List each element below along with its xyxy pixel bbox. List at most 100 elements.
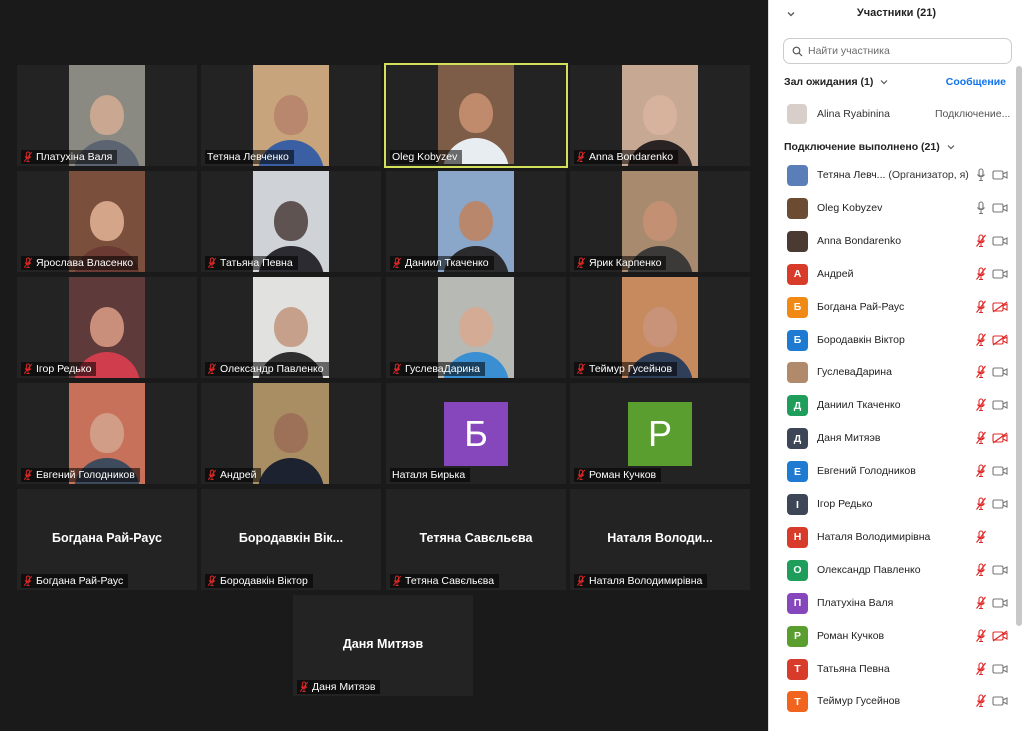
video-tile[interactable]: Р Роман Кучков [570,383,750,484]
person-face [643,201,677,241]
video-tile[interactable]: Теймур Гусейнов [570,277,750,378]
waiting-room-label: Зал ожидания (1) [784,76,874,88]
video-tile[interactable]: Anna Bondarenko [570,65,750,166]
camera-off-icon[interactable] [992,334,1008,346]
waiting-participant-row[interactable]: Alina Ryabinina Подключение... [769,102,1017,126]
video-feed [438,65,514,164]
video-tile[interactable]: Евгений Голодников [17,383,197,484]
participant-name: Евгений Голодников [817,465,916,478]
tile-name-label: Anna Bondarenko [574,150,679,164]
muted-mic-icon[interactable] [975,563,987,577]
muted-mic-icon[interactable] [975,234,987,248]
video-tile[interactable]: Богдана Рай-Раус Богдана Рай-Раус [17,489,197,590]
tile-name-label: Наталя Володимирівна [574,574,708,588]
video-tile[interactable]: Даниил Ткаченко [386,171,566,272]
participant-row[interactable]: Oleg Kobyzev [769,196,1017,220]
participants-title: Участники (21) [856,7,937,19]
muted-mic-icon[interactable] [975,596,987,610]
video-tile[interactable]: Тетяна Савєльєва Тетяна Савєльєва [386,489,566,590]
video-tile[interactable]: Наталя Володи... Наталя Володимирівна [570,489,750,590]
camera-icon[interactable] [992,465,1008,477]
camera-icon[interactable] [992,564,1008,576]
search-icon [792,46,803,56]
waiting-room-header[interactable]: Зал ожидания (1) [784,76,889,88]
avatar: Т [787,658,808,680]
muted-mic-icon[interactable] [975,332,987,347]
camera-icon[interactable] [992,268,1008,280]
muted-mic-icon [207,363,217,375]
participant-row[interactable]: Д Даня Митяэв [769,426,1017,450]
camera-icon[interactable] [992,235,1008,247]
participant-row[interactable]: А Андрей [769,262,1017,286]
camera-icon[interactable] [992,399,1008,411]
avatar: О [787,559,808,581]
participant-row[interactable]: Н Наталя Володимирівна [769,525,1017,549]
search-box[interactable] [783,38,1012,64]
participant-row[interactable]: П Платухіна Валя [769,591,1017,615]
video-tile[interactable]: Платухіна Валя [17,65,197,166]
muted-mic-icon[interactable] [975,661,987,676]
video-tile[interactable]: Тетяна Левченко [201,65,381,166]
camera-icon[interactable] [992,695,1008,707]
video-tile[interactable]: ГуслеваДарина [386,277,566,378]
camera-icon[interactable] [992,663,1008,675]
camera-icon[interactable] [992,169,1008,181]
participant-row[interactable]: Тетяна Левч... (Организатор, я) [769,163,1017,187]
muted-mic-icon[interactable] [975,267,987,281]
video-tile[interactable]: Oleg Kobyzev [384,63,568,168]
participant-row[interactable]: Д Даниил Ткаченко [769,393,1017,417]
mic-icon[interactable] [975,201,987,215]
participant-row[interactable]: Б Богдана Рай-Раус [769,295,1017,319]
avatar [787,197,808,219]
muted-mic-icon[interactable] [975,464,987,478]
video-tile[interactable]: Ігор Редько [17,277,197,378]
video-tile[interactable]: Даня Митяэв Даня Митяэв [293,595,473,696]
participant-row[interactable]: Т Татьяна Певна [769,657,1017,681]
participant-row[interactable]: Р Роман Кучков [769,624,1017,648]
participant-row[interactable]: ГуслеваДарина [769,360,1017,384]
participant-name: Андрей [220,469,257,481]
video-tile[interactable]: Олександр Павленко [201,277,381,378]
camera-icon[interactable] [992,597,1008,609]
muted-mic-icon[interactable] [975,431,987,445]
camera-off-icon[interactable] [992,301,1008,313]
camera-icon[interactable] [992,366,1008,378]
avatar: Р [787,625,808,647]
connected-header[interactable]: Подключение выполнено (21) [784,141,956,153]
avatar: Д [787,395,808,417]
participant-row[interactable]: Е Евгений Голодников [769,459,1017,483]
muted-mic-icon [576,151,586,163]
muted-mic-icon[interactable] [975,497,987,511]
avatar [787,165,808,186]
camera-icon[interactable] [992,498,1008,510]
search-input[interactable] [808,45,998,57]
video-tile[interactable]: Бородавкін Вік... Бородавкін Віктор [201,489,381,590]
video-tile[interactable]: Б Наталя Бирька [386,383,566,484]
participant-row[interactable]: І Ігор Редько [769,492,1017,516]
participant-row[interactable]: О Олександр Павленко [769,558,1017,582]
muted-mic-icon[interactable] [975,300,987,314]
video-tile[interactable]: Ярослава Власенко [17,171,197,272]
video-tile[interactable]: Андрей [201,383,381,484]
muted-mic-icon[interactable] [975,398,987,412]
muted-mic-icon[interactable] [975,530,987,544]
participant-name: Тетяна Левченко [207,151,289,163]
muted-mic-icon[interactable] [975,365,987,379]
avatar: Р [628,402,692,466]
camera-off-icon[interactable] [992,630,1008,642]
participant-row[interactable]: Б Бородавкін Віктор [769,328,1017,352]
scrollbar[interactable] [1016,66,1022,626]
message-button[interactable]: Сообщение [946,76,1006,88]
muted-mic-icon[interactable] [975,694,987,708]
participant-row[interactable]: Т Теймур Гусейнов [769,689,1017,713]
camera-off-icon[interactable] [992,432,1008,444]
muted-mic-icon[interactable] [975,629,987,643]
person-face [643,307,677,347]
video-tile[interactable]: Ярик Карпенко [570,171,750,272]
camera-icon[interactable] [992,202,1008,214]
participant-name: Андрей [817,267,854,280]
video-tile[interactable]: Татьяна Певна [201,171,381,272]
participant-row[interactable]: Anna Bondarenko [769,229,1017,253]
participant-name: Даня Митяэв [817,432,881,445]
mic-icon[interactable] [975,168,987,182]
